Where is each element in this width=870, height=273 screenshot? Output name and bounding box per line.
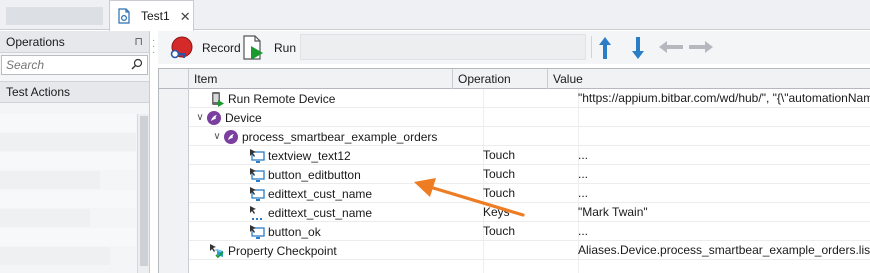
row-item-label: Run Remote Device xyxy=(228,91,336,106)
row-item-label: Property Checkpoint xyxy=(228,243,337,258)
row-item-label: edittext_cust_name xyxy=(268,186,373,201)
run-label: Run xyxy=(274,40,297,55)
list-item[interactable] xyxy=(0,247,110,265)
table-row[interactable]: edittext_cust_name Keys "Mark Twain" xyxy=(189,203,870,222)
table-row[interactable]: button_editbutton Touch ... xyxy=(189,165,870,184)
column-header-item[interactable]: Item xyxy=(189,69,453,89)
row-value[interactable] xyxy=(578,108,870,127)
table-row[interactable]: edittext_cust_name Touch ... xyxy=(189,184,870,203)
operations-header: Operations ⊓ xyxy=(0,31,149,53)
search-input[interactable] xyxy=(6,58,124,72)
row-item-label: process_smartbear_example_orders xyxy=(242,129,438,144)
list-item[interactable] xyxy=(0,133,136,151)
row-gutter xyxy=(159,89,189,273)
row-item-label: Device xyxy=(225,110,262,125)
row-value[interactable]: ... xyxy=(578,165,870,184)
tab-placeholder[interactable] xyxy=(6,7,103,25)
row-operation: Keys xyxy=(483,205,510,219)
test-steps-grid: Item Operation Value Run Remote Device "… xyxy=(158,68,870,273)
test-actions-header[interactable]: Test Actions xyxy=(0,81,149,103)
row-item-label: button_ok xyxy=(268,224,321,239)
run-button[interactable]: Run xyxy=(242,34,296,61)
touch-icon xyxy=(249,148,265,164)
device-icon xyxy=(206,110,222,126)
row-value[interactable]: Aliases.Device.process_smartbear_example… xyxy=(578,241,870,260)
operations-scrollbar[interactable] xyxy=(137,114,149,273)
remote-device-icon xyxy=(209,91,225,107)
record-button[interactable]: Record xyxy=(168,34,241,61)
table-row[interactable]: Run Remote Device "https://appium.bitbar… xyxy=(189,89,870,108)
chevron-down-icon[interactable]: ∨ xyxy=(211,131,223,142)
move-left-arrow-icon[interactable] xyxy=(658,40,684,57)
list-item[interactable] xyxy=(0,209,90,227)
list-item[interactable] xyxy=(0,114,136,132)
row-value[interactable]: ... xyxy=(578,222,870,241)
tab-test1[interactable]: Test1 ✕ xyxy=(109,0,194,31)
row-operation: Touch xyxy=(483,186,516,200)
list-item[interactable] xyxy=(0,171,100,189)
column-header-value[interactable]: Value xyxy=(548,69,870,89)
grid-header: Item Operation Value xyxy=(159,69,870,89)
row-value[interactable]: ... xyxy=(578,146,870,165)
pin-icon[interactable]: ⊓ xyxy=(134,35,143,48)
row-operation: Touch xyxy=(483,167,516,181)
toolbar-separator xyxy=(591,36,592,58)
table-row[interactable]: ∨ Device xyxy=(189,108,870,127)
list-item[interactable] xyxy=(0,190,136,208)
list-item[interactable] xyxy=(0,152,136,170)
row-item-label: textview_text12 xyxy=(268,148,351,163)
list-item[interactable] xyxy=(0,228,136,246)
column-header-operation[interactable]: Operation xyxy=(453,69,548,89)
move-right-arrow-icon[interactable] xyxy=(688,40,714,57)
record-label: Record xyxy=(202,40,241,55)
process-icon xyxy=(223,129,239,145)
operations-panel: Operations ⊓ Test Actions xyxy=(0,31,150,273)
row-value[interactable]: "Mark Twain" xyxy=(578,203,870,222)
close-icon[interactable]: ✕ xyxy=(180,10,191,23)
toolbar: Record Run xyxy=(158,31,870,64)
keys-icon xyxy=(249,205,265,221)
row-value[interactable]: ... xyxy=(578,184,870,203)
touch-icon xyxy=(249,224,265,240)
table-row[interactable]: ∨ process_smartbear_example_orders xyxy=(189,127,870,146)
test-file-icon xyxy=(116,8,132,24)
table-row[interactable]: textview_text12 Touch ... xyxy=(189,146,870,165)
record-icon xyxy=(168,35,194,61)
table-row[interactable]: button_ok Touch ... xyxy=(189,222,870,241)
row-operation: Touch xyxy=(483,148,516,162)
row-item-label: edittext_cust_name xyxy=(268,205,373,220)
touch-icon xyxy=(249,167,265,183)
move-down-arrow-icon[interactable] xyxy=(631,35,645,64)
tab-label: Test1 xyxy=(141,9,170,23)
row-value[interactable] xyxy=(578,127,870,146)
splitter-grip-icon[interactable]: · · · xyxy=(152,36,156,58)
search-icon[interactable] xyxy=(131,58,143,73)
row-operation: Touch xyxy=(483,224,516,238)
operations-title: Operations xyxy=(6,34,65,49)
table-row[interactable]: Property Checkpoint Aliases.Device.proce… xyxy=(189,241,870,260)
run-icon xyxy=(242,34,266,61)
tab-strip: Test1 ✕ xyxy=(0,0,870,31)
touch-icon xyxy=(249,186,265,202)
scrollbar-thumb[interactable] xyxy=(140,116,148,266)
gutter-header xyxy=(159,69,189,89)
checkpoint-icon xyxy=(209,243,225,259)
row-value[interactable]: "https://appium.bitbar.com/wd/hub/", "{\… xyxy=(578,89,870,108)
test-actions-title: Test Actions xyxy=(6,85,71,99)
chevron-down-icon[interactable]: ∨ xyxy=(194,112,206,123)
row-item-label: button_editbutton xyxy=(268,167,361,182)
operations-list xyxy=(0,114,136,273)
move-up-arrow-icon[interactable] xyxy=(598,35,612,64)
search-box xyxy=(1,55,148,75)
toolbar-blank-field xyxy=(300,34,586,60)
